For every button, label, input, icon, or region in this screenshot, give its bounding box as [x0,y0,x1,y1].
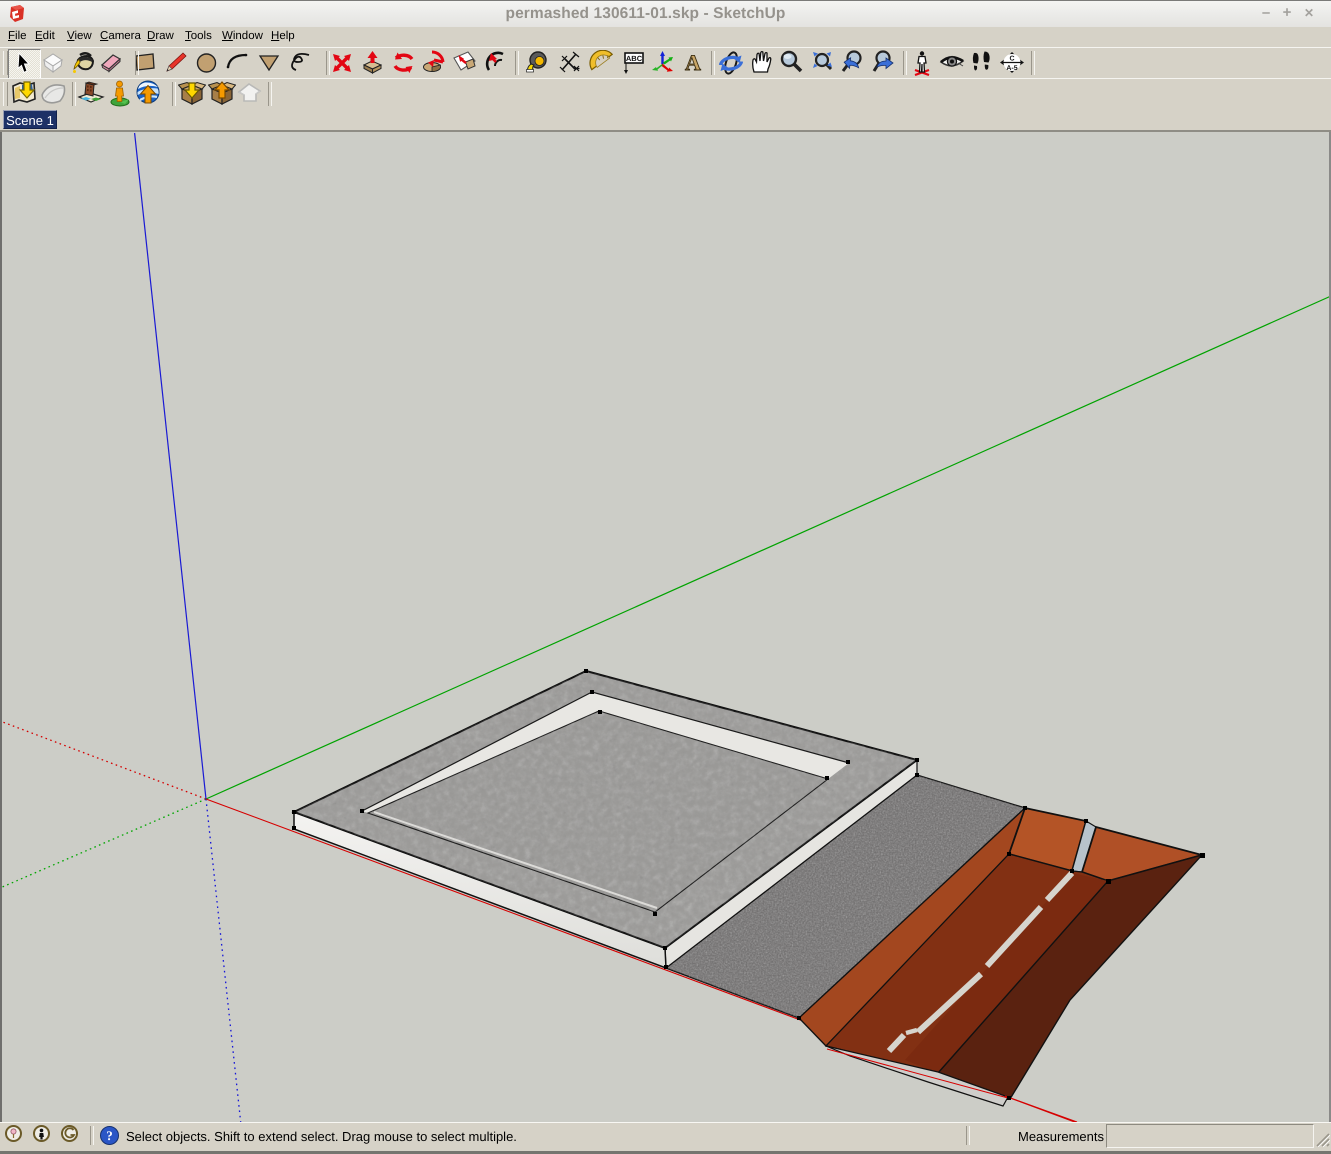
svg-text:A: A [685,50,701,75]
svg-text:?: ? [106,1128,113,1143]
svg-text:ABC: ABC [626,54,643,63]
svg-text:C: C [1009,56,1014,63]
svg-text:A-5: A-5 [1006,65,1017,72]
